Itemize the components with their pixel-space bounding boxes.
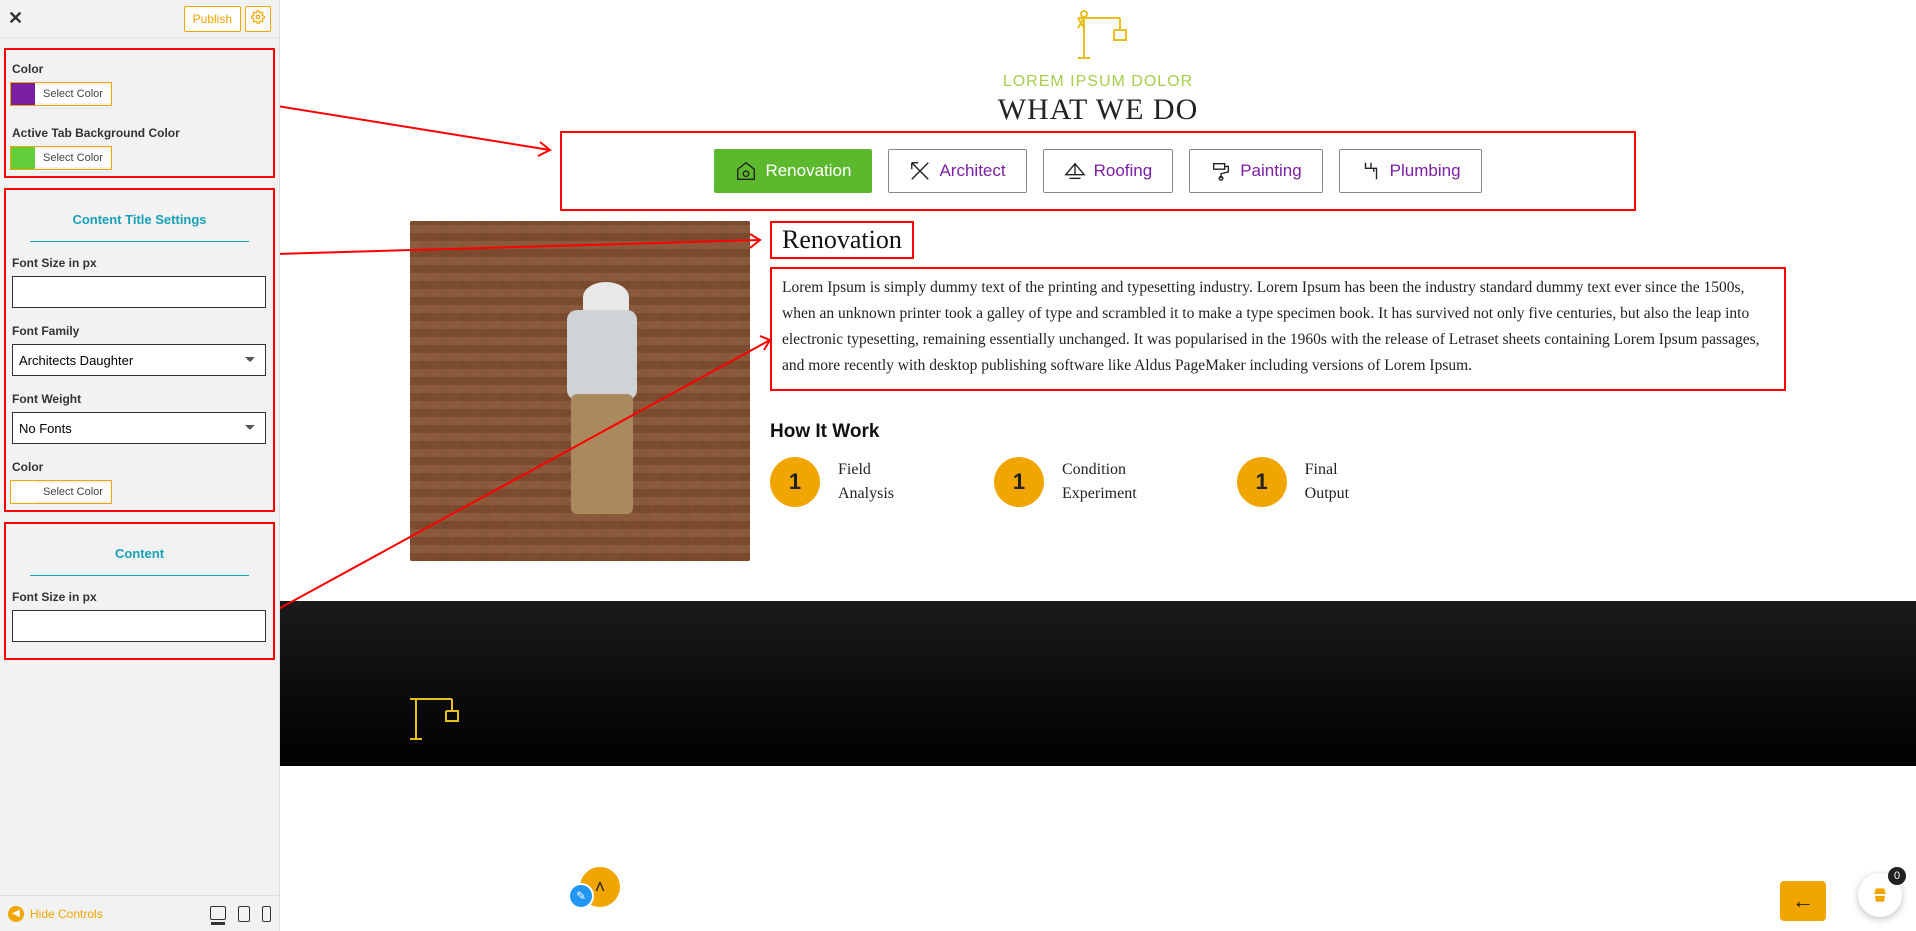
- content-title: Renovation: [782, 225, 902, 255]
- hero-title: WHAT WE DO: [280, 93, 1916, 127]
- gear-icon: [251, 10, 265, 27]
- section-heading: Content Title Settings: [10, 212, 269, 229]
- content-settings-section: Content Font Size in px: [4, 522, 275, 660]
- tab-painting[interactable]: Painting: [1189, 149, 1322, 193]
- color-swatch-white: [11, 481, 35, 503]
- plumbing-icon: [1360, 160, 1382, 182]
- font-size-label: Font Size in px: [12, 256, 269, 270]
- content-body: Lorem Ipsum is simply dummy text of the …: [782, 275, 1774, 379]
- tab-architect[interactable]: Architect: [888, 149, 1026, 193]
- tab-label: Roofing: [1094, 161, 1153, 181]
- content-font-size-input[interactable]: [12, 610, 266, 642]
- tab-label: Painting: [1240, 161, 1301, 181]
- step-number: 1: [994, 457, 1044, 507]
- customizer-sidebar: ✕ Publish Color Select Color Active Tab …: [0, 0, 280, 931]
- content-title-color-label: Color: [12, 460, 269, 474]
- select-color-button[interactable]: Select Color: [35, 483, 111, 501]
- edit-badge[interactable]: ✎: [568, 883, 594, 909]
- tablet-view-button[interactable]: [238, 906, 250, 922]
- step-number: 1: [1237, 457, 1287, 507]
- publish-button[interactable]: Publish: [184, 6, 241, 32]
- section-heading-part-a: Content: [72, 212, 125, 227]
- active-bg-label: Active Tab Background Color: [12, 126, 269, 140]
- active-bg-color-picker[interactable]: Select Color: [10, 146, 112, 170]
- hide-controls-link[interactable]: Hide Controls: [30, 907, 103, 921]
- tab-colors-section: Color Select Color Active Tab Background…: [4, 48, 275, 178]
- crane-icon: [1068, 47, 1128, 64]
- content-title-highlight: Renovation: [770, 221, 914, 259]
- sidebar-header: ✕ Publish: [0, 0, 279, 38]
- step-text: ConditionExperiment: [1062, 458, 1137, 506]
- step-item: 1 FieldAnalysis: [770, 457, 894, 507]
- font-family-select[interactable]: Architects Daughter: [12, 344, 266, 376]
- step-text: FieldAnalysis: [838, 458, 894, 506]
- mobile-view-button[interactable]: [262, 906, 271, 922]
- tabs-container: Renovation Architect Roofing Painting Plumbi…: [560, 131, 1636, 211]
- section-heading-part-b: Title Settings: [125, 212, 206, 227]
- painting-icon: [1210, 160, 1232, 182]
- preview-pane[interactable]: LOREM IPSUM DOLOR WHAT WE DO Renovation A…: [280, 0, 1916, 931]
- hero-subtitle: LOREM IPSUM DOLOR: [280, 73, 1916, 91]
- tab-content: Renovation Lorem Ipsum is simply dummy t…: [280, 221, 1916, 601]
- content-title-color-picker[interactable]: Select Color: [10, 480, 112, 504]
- desktop-view-button[interactable]: [210, 906, 226, 920]
- content-image: [410, 221, 750, 561]
- roofing-icon: [1064, 160, 1086, 182]
- tab-label: Architect: [939, 161, 1005, 181]
- select-color-button[interactable]: Select Color: [35, 85, 111, 103]
- tab-renovation[interactable]: Renovation: [714, 149, 872, 193]
- color-swatch-purple: [11, 83, 35, 105]
- select-color-button[interactable]: Select Color: [35, 149, 111, 167]
- font-family-label: Font Family: [12, 324, 269, 338]
- sidebar-scroll[interactable]: Color Select Color Active Tab Background…: [0, 38, 279, 931]
- step-item: 1 FinalOutput: [1237, 457, 1349, 507]
- how-it-work-title: How It Work: [770, 421, 1786, 443]
- step-item: 1 ConditionExperiment: [994, 457, 1137, 507]
- tab-label: Renovation: [765, 161, 851, 181]
- section-heading-text: Content: [115, 546, 164, 561]
- content-title-settings-section: Content Title Settings Font Size in px F…: [4, 188, 275, 512]
- cart-count-badge: 0: [1888, 867, 1906, 885]
- settings-button[interactable]: [245, 6, 271, 32]
- hero-section: LOREM IPSUM DOLOR WHAT WE DO: [280, 0, 1916, 127]
- content-body-highlight: Lorem Ipsum is simply dummy text of the …: [770, 267, 1786, 391]
- tab-label: Plumbing: [1390, 161, 1461, 181]
- font-weight-label: Font Weight: [12, 392, 269, 406]
- font-weight-select[interactable]: No Fonts: [12, 412, 266, 444]
- content-font-size-label: Font Size in px: [12, 590, 269, 604]
- architect-icon: [909, 160, 931, 182]
- tab-plumbing[interactable]: Plumbing: [1339, 149, 1482, 193]
- font-size-input[interactable]: [12, 276, 266, 308]
- step-text: FinalOutput: [1305, 458, 1349, 506]
- color-swatch-green: [11, 147, 35, 169]
- back-button[interactable]: ←: [1780, 881, 1826, 921]
- section-heading: Content: [10, 546, 269, 563]
- tab-roofing[interactable]: Roofing: [1043, 149, 1174, 193]
- step-number: 1: [770, 457, 820, 507]
- renovation-icon: [735, 160, 757, 182]
- cart-button[interactable]: 0: [1858, 873, 1902, 917]
- sidebar-footer: ◀ Hide Controls: [0, 895, 279, 931]
- footer-crane-icon: [400, 728, 460, 745]
- color-label: Color: [12, 62, 269, 76]
- close-button[interactable]: ✕: [8, 8, 23, 29]
- footer: [280, 601, 1916, 766]
- hide-controls-icon: ◀: [8, 906, 24, 922]
- tab-color-picker[interactable]: Select Color: [10, 82, 112, 106]
